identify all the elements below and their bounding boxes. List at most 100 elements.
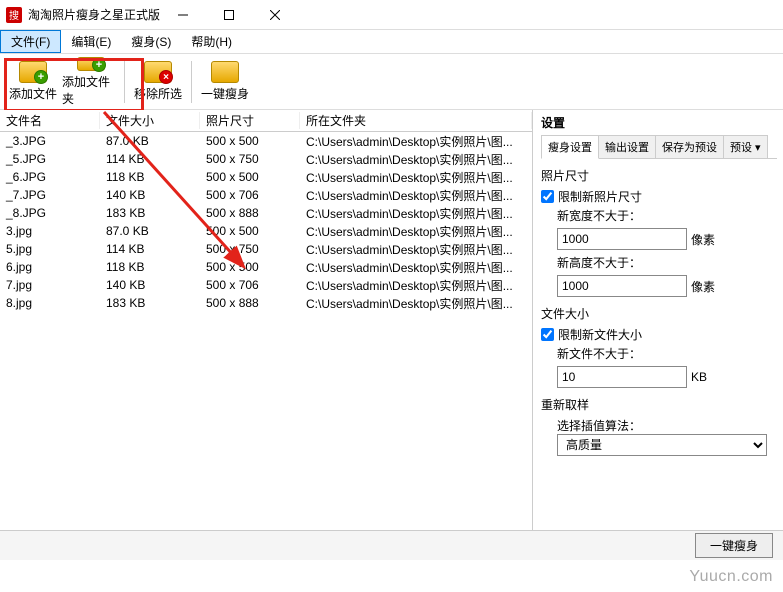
- settings-panel: 设置 瘦身设置 输出设置 保存为预设 预设 ▾ 照片尺寸 限制新照片尺寸 新宽度…: [533, 110, 783, 530]
- maximize-button[interactable]: [206, 0, 252, 30]
- file-list[interactable]: 文件名 文件大小 照片尺寸 所在文件夹 _3.JPG87.0 KB500 x 5…: [0, 110, 533, 530]
- close-button[interactable]: [252, 0, 298, 30]
- toolbar-separator: [191, 61, 192, 103]
- cell-name: 3.jpg: [0, 224, 100, 238]
- cell-size: 183 KB: [100, 296, 200, 310]
- limit-file-size-label: 限制新文件大小: [558, 326, 642, 343]
- cell-name: _3.JPG: [0, 134, 100, 148]
- watermark: Yuucn.com: [689, 568, 773, 586]
- cell-size: 118 KB: [100, 170, 200, 184]
- folder-remove-icon: ×: [144, 61, 172, 83]
- add-file-button[interactable]: + 添加文件: [4, 57, 62, 107]
- cell-folder: C:\Users\admin\Desktop\实例照片\图...: [300, 205, 532, 222]
- new-width-label: 新宽度不大于：: [557, 207, 777, 224]
- header-size[interactable]: 文件大小: [100, 112, 200, 129]
- folder-plus-icon: +: [19, 61, 47, 83]
- settings-title: 设置: [541, 114, 777, 131]
- limit-photo-size-checkbox[interactable]: 限制新照片尺寸: [541, 188, 777, 205]
- table-row[interactable]: 5.jpg114 KB500 x 750C:\Users\admin\Deskt…: [0, 240, 532, 258]
- limit-photo-size-label: 限制新照片尺寸: [558, 188, 642, 205]
- cell-name: 8.jpg: [0, 296, 100, 310]
- header-folder[interactable]: 所在文件夹: [300, 112, 532, 129]
- menubar: 文件(F) 编辑(E) 瘦身(S) 帮助(H): [0, 30, 783, 54]
- picture-icon: [211, 61, 239, 83]
- cell-name: 6.jpg: [0, 260, 100, 274]
- menu-edit[interactable]: 编辑(E): [61, 30, 121, 53]
- table-row[interactable]: 8.jpg183 KB500 x 888C:\Users\admin\Deskt…: [0, 294, 532, 312]
- cell-dim: 500 x 888: [200, 206, 300, 220]
- menu-slim[interactable]: 瘦身(S): [121, 30, 181, 53]
- table-row[interactable]: 3.jpg87.0 KB500 x 500C:\Users\admin\Desk…: [0, 222, 532, 240]
- one-click-label: 一键瘦身: [201, 85, 249, 102]
- cell-name: _8.JPG: [0, 206, 100, 220]
- group-resample: 重新取样: [541, 396, 777, 413]
- cell-folder: C:\Users\admin\Desktop\实例照片\图...: [300, 295, 532, 312]
- remove-selected-label: 移除所选: [134, 85, 182, 102]
- cell-size: 87.0 KB: [100, 224, 200, 238]
- header-name[interactable]: 文件名: [0, 112, 100, 129]
- cell-dim: 500 x 500: [200, 170, 300, 184]
- cell-size: 114 KB: [100, 242, 200, 256]
- one-click-slim-bottom-button[interactable]: 一键瘦身: [695, 533, 773, 558]
- limit-photo-size-input[interactable]: [541, 190, 554, 203]
- one-click-slim-button[interactable]: 一键瘦身: [196, 57, 254, 107]
- new-height-input[interactable]: [557, 275, 687, 297]
- new-file-input[interactable]: [557, 366, 687, 388]
- cell-size: 114 KB: [100, 152, 200, 166]
- table-row[interactable]: _6.JPG118 KB500 x 500C:\Users\admin\Desk…: [0, 168, 532, 186]
- new-height-label: 新高度不大于：: [557, 254, 777, 271]
- table-row[interactable]: 6.jpg118 KB500 x 500C:\Users\admin\Deskt…: [0, 258, 532, 276]
- limit-file-size-checkbox[interactable]: 限制新文件大小: [541, 326, 777, 343]
- unit-pixel: 像素: [691, 278, 715, 295]
- limit-file-size-input[interactable]: [541, 328, 554, 341]
- menu-file[interactable]: 文件(F): [0, 30, 61, 53]
- remove-selected-button[interactable]: × 移除所选: [129, 57, 187, 107]
- cell-folder: C:\Users\admin\Desktop\实例照片\图...: [300, 259, 532, 276]
- bottom-bar: 一键瘦身: [0, 530, 783, 560]
- cell-name: 5.jpg: [0, 242, 100, 256]
- cell-folder: C:\Users\admin\Desktop\实例照片\图...: [300, 241, 532, 258]
- add-folder-button[interactable]: + 添加文件夹: [62, 57, 120, 107]
- cell-folder: C:\Users\admin\Desktop\实例照片\图...: [300, 187, 532, 204]
- window-title: 淘淘照片瘦身之星正式版: [28, 6, 160, 23]
- app-icon: 搜: [6, 7, 22, 23]
- menu-help[interactable]: 帮助(H): [181, 30, 242, 53]
- cell-size: 183 KB: [100, 206, 200, 220]
- cell-folder: C:\Users\admin\Desktop\实例照片\图...: [300, 169, 532, 186]
- table-row[interactable]: _3.JPG87.0 KB500 x 500C:\Users\admin\Des…: [0, 132, 532, 150]
- cell-dim: 500 x 750: [200, 152, 300, 166]
- group-file-size: 文件大小: [541, 305, 777, 322]
- cell-folder: C:\Users\admin\Desktop\实例照片\图...: [300, 151, 532, 168]
- algo-label: 选择插值算法：: [557, 417, 777, 434]
- add-folder-label: 添加文件夹: [62, 73, 120, 107]
- tab-save-preset[interactable]: 保存为预设: [655, 135, 724, 158]
- tab-output-settings[interactable]: 输出设置: [598, 135, 656, 158]
- cell-folder: C:\Users\admin\Desktop\实例照片\图...: [300, 223, 532, 240]
- header-dim[interactable]: 照片尺寸: [200, 112, 300, 129]
- cell-dim: 500 x 706: [200, 188, 300, 202]
- new-width-input[interactable]: [557, 228, 687, 250]
- cell-size: 118 KB: [100, 260, 200, 274]
- add-file-label: 添加文件: [9, 85, 57, 102]
- tab-slim-settings[interactable]: 瘦身设置: [541, 135, 599, 159]
- cell-name: _7.JPG: [0, 188, 100, 202]
- tab-preset-dropdown[interactable]: 预设 ▾: [723, 135, 768, 158]
- toolbar: + 添加文件 + 添加文件夹 × 移除所选 一键瘦身: [0, 54, 783, 110]
- cell-dim: 500 x 888: [200, 296, 300, 310]
- unit-kb: KB: [691, 370, 707, 384]
- cell-dim: 500 x 500: [200, 224, 300, 238]
- table-row[interactable]: _5.JPG114 KB500 x 750C:\Users\admin\Desk…: [0, 150, 532, 168]
- minimize-button[interactable]: [160, 0, 206, 30]
- cell-name: _5.JPG: [0, 152, 100, 166]
- cell-folder: C:\Users\admin\Desktop\实例照片\图...: [300, 277, 532, 294]
- table-row[interactable]: _8.JPG183 KB500 x 888C:\Users\admin\Desk…: [0, 204, 532, 222]
- list-header: 文件名 文件大小 照片尺寸 所在文件夹: [0, 110, 532, 132]
- group-photo-size: 照片尺寸: [541, 167, 777, 184]
- cell-dim: 500 x 500: [200, 134, 300, 148]
- algo-select[interactable]: 高质量: [557, 434, 767, 456]
- cell-dim: 500 x 706: [200, 278, 300, 292]
- table-row[interactable]: _7.JPG140 KB500 x 706C:\Users\admin\Desk…: [0, 186, 532, 204]
- cell-name: _6.JPG: [0, 170, 100, 184]
- table-row[interactable]: 7.jpg140 KB500 x 706C:\Users\admin\Deskt…: [0, 276, 532, 294]
- unit-pixel: 像素: [691, 231, 715, 248]
